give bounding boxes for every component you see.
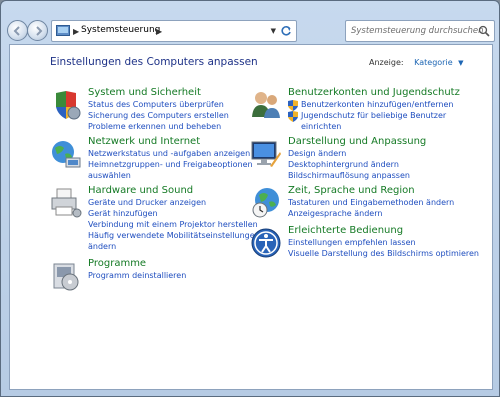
category-title[interactable]: Netzwerk und Internet (88, 136, 200, 147)
control-panel-icon (56, 25, 70, 36)
category-link[interactable]: Verbindung mit einem Projektor herstelle… (88, 220, 258, 229)
category-link[interactable]: Netzwerkstatus und -aufgaben anzeigen (88, 149, 250, 158)
breadcrumb-separator-icon[interactable]: ▶ (73, 27, 79, 36)
category-title[interactable]: Programme (88, 258, 146, 269)
uac-shield-icon (288, 111, 298, 122)
back-button[interactable] (7, 20, 28, 41)
globe-clock-icon (252, 188, 279, 218)
navigation-bar: ▶ Systemsteuerung ▶ ▼ Systemsteuerung du… (5, 18, 497, 44)
users-icon (252, 92, 280, 118)
category-link[interactable]: Geräte und Drucker anzeigen (88, 198, 206, 207)
category-link[interactable]: Design ändern (288, 149, 346, 158)
content-pane: Einstellungen des Computers anpassen Anz… (9, 44, 493, 390)
search-input[interactable]: Systemsteuerung durchsuchen (351, 26, 484, 36)
category-link[interactable]: einrichten (301, 122, 341, 131)
explorer-window: ▶ Systemsteuerung ▶ ▼ Systemsteuerung du… (0, 0, 500, 397)
category-link[interactable]: Programm deinstallieren (88, 271, 186, 280)
category-link[interactable]: Visuelle Darstellung des Bildschirms opt… (288, 249, 479, 258)
category-link[interactable]: Status des Computers überprüfen (88, 100, 224, 109)
programs-icon (53, 263, 79, 291)
network-globe-icon (52, 141, 81, 168)
arrow-left-icon (13, 26, 20, 36)
ease-of-access-icon (251, 228, 281, 258)
page-title: Einstellungen des Computers anpassen (50, 56, 258, 68)
search-icon[interactable] (478, 25, 490, 37)
refresh-icon[interactable] (280, 25, 292, 37)
category-title[interactable]: Hardware und Sound (88, 185, 193, 196)
address-dropdown-icon[interactable]: ▼ (271, 27, 276, 35)
category-link[interactable]: Häufig verwendete Mobilitätseinstellunge… (88, 231, 260, 240)
category-title[interactable]: Erleichterte Bedienung (288, 225, 403, 236)
category-link[interactable]: Sicherung des Computers erstellen (88, 111, 229, 120)
category-link[interactable]: Jugendschutz für beliebige Benutzer (301, 111, 446, 120)
category-link[interactable]: ändern (88, 242, 116, 251)
forward-button[interactable] (27, 20, 48, 41)
appearance-monitor-icon (251, 141, 281, 167)
arrow-right-icon (36, 26, 43, 36)
category-title[interactable]: Benutzerkonten und Jugendschutz (288, 87, 460, 98)
printer-icon (51, 188, 82, 218)
category-title[interactable]: Zeit, Sprache und Region (288, 185, 415, 196)
category-link[interactable]: Desktophintergrund ändern (288, 160, 399, 169)
chevron-down-icon[interactable]: ▼ (458, 59, 463, 67)
category-link[interactable]: Gerät hinzufügen (88, 209, 158, 218)
category-link[interactable]: Heimnetzgruppen- und Freigabeoptionen (88, 160, 253, 169)
category-link[interactable]: Anzeigesprache ändern (288, 209, 382, 218)
category-link[interactable]: Einstellungen empfehlen lassen (288, 238, 416, 247)
category-link[interactable]: Tastaturen und Eingabemethoden ändern (288, 198, 454, 207)
breadcrumb-systemsteuerung[interactable]: Systemsteuerung (81, 25, 160, 35)
system-security-icon (56, 91, 81, 120)
category-title[interactable]: System und Sicherheit (88, 87, 201, 98)
view-dropdown[interactable]: Kategorie (414, 58, 452, 67)
category-link[interactable]: Benutzerkonten hinzufügen/entfernen (301, 100, 453, 109)
category-title[interactable]: Darstellung und Anpassung (288, 136, 426, 147)
breadcrumb-separator-icon[interactable]: ▶ (156, 27, 162, 36)
address-bar[interactable]: ▶ Systemsteuerung ▶ ▼ (51, 20, 297, 42)
category-link[interactable]: auswählen (88, 171, 131, 180)
uac-shield-icon (288, 100, 298, 111)
view-label: Anzeige: (369, 58, 404, 67)
view-selector: Anzeige: Kategorie ▼ (369, 58, 464, 67)
category-link[interactable]: Bildschirmauflösung anpassen (288, 171, 410, 180)
search-box[interactable]: Systemsteuerung durchsuchen (345, 20, 495, 42)
category-link[interactable]: Probleme erkennen und beheben (88, 122, 221, 131)
